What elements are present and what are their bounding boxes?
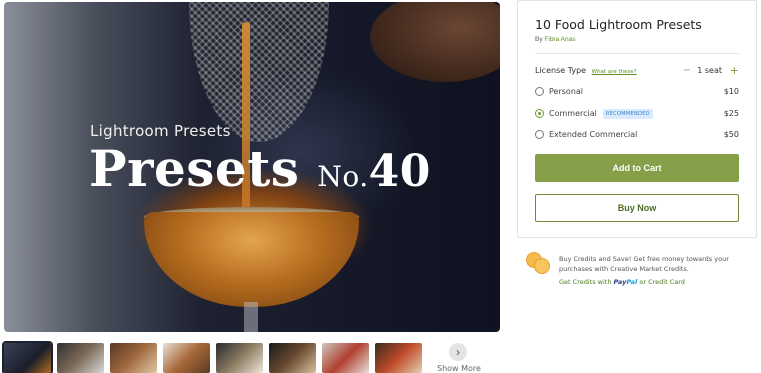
add-to-cart-button[interactable]: Add to Cart [535,154,739,182]
coin-shape [534,258,550,274]
license-option-commercial[interactable]: Commercial RECOMMENDED $25 [535,108,739,120]
show-more-link[interactable]: Show More [437,364,481,373]
buy-now-button[interactable]: Buy Now [535,194,739,222]
license-help-link[interactable]: What are these? [592,69,637,75]
license-option-label: Extended Commercial [549,130,638,139]
paypal-pay: Pay [613,278,627,286]
thumbnail-4[interactable] [163,343,210,373]
license-option-label: Commercial [549,109,597,118]
radio-button[interactable] [535,130,544,139]
hero-title-no: No. [317,160,369,193]
cocktail-glass-graphic [144,212,359,307]
thumbnail-5[interactable] [216,343,263,373]
thumbnail-3[interactable] [110,343,157,373]
plus-icon[interactable]: + [730,64,739,77]
minus-icon[interactable]: − [683,65,691,76]
credits-link[interactable]: Get Credits with PayPal or Credit Card [559,278,685,286]
product-byline: By Fibra Anas [535,36,575,43]
glass-stem-graphic [244,302,258,332]
thumbnail-strip [2,341,422,373]
radio-button-selected[interactable] [535,109,544,118]
credits-link-suffix: or Credit Card [639,278,685,286]
hero-title-number: 40 [368,146,431,197]
hero-image[interactable]: Lightroom Presets Presets No.40 [4,2,500,332]
thumbnail-1[interactable] [2,341,53,373]
license-option-price: $50 [723,130,739,139]
thumbnail-2[interactable] [57,343,104,373]
byline-prefix: By [535,36,543,43]
paypal-logo: PayPal [614,278,638,286]
credits-link-prefix: Get Credits with [559,278,612,286]
license-option-price: $25 [723,109,739,118]
hero-subtitle: Lightroom Presets [90,122,231,140]
product-title: 10 Food Lightroom Presets [535,17,702,32]
purchase-panel: 10 Food Lightroom Presets By Fibra Anas … [517,0,757,238]
author-link[interactable]: Fibra Anas [544,36,575,43]
product-page: Lightroom Presets Presets No.40 › Show M… [0,0,761,373]
credits-promo-text: Buy Credits and Save! Get free money tow… [559,255,729,273]
seat-count: 1 seat [697,66,722,75]
license-option-extended[interactable]: Extended Commercial $50 [535,129,739,141]
license-type-label: License Type [535,66,587,75]
chevron-right-icon[interactable]: › [449,343,467,361]
coins-icon [526,250,552,276]
hand-graphic [370,2,500,82]
license-type-row: License Type What are these? − 1 seat + [535,64,739,78]
divider [535,53,739,54]
recommended-badge: RECOMMENDED [603,109,653,119]
radio-button[interactable] [535,87,544,96]
thumbnail-6[interactable] [269,343,316,373]
hero-title-word: Presets [89,139,300,198]
license-option-label: Personal [549,87,584,96]
license-option-price: $10 [723,87,739,96]
paypal-pal: Pal [626,278,638,286]
thumbnail-7[interactable] [322,343,369,373]
license-option-personal[interactable]: Personal $10 [535,86,739,98]
thumbnail-8[interactable] [375,343,422,373]
strainer-graphic [189,2,329,142]
hero-title: Presets No.40 [89,144,431,194]
